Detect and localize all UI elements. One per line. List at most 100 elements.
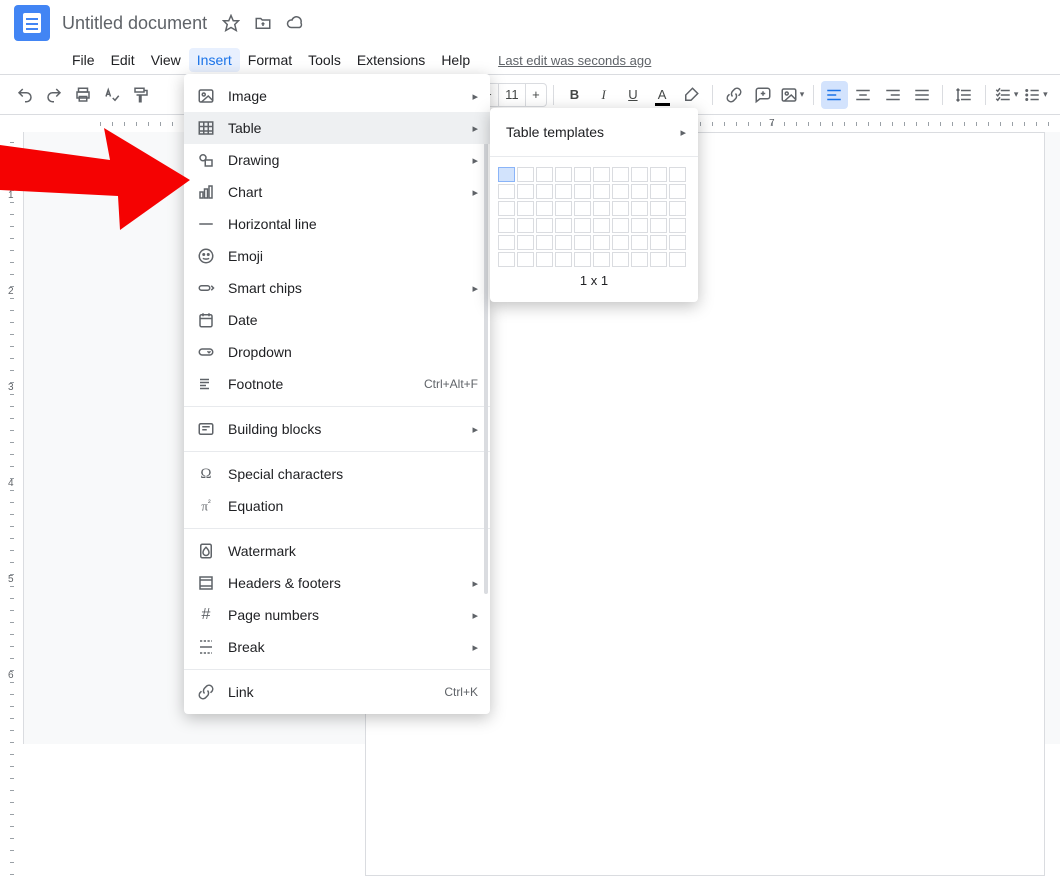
table-grid-cell[interactable] — [669, 201, 686, 216]
table-grid-cell[interactable] — [574, 235, 591, 250]
align-justify-button[interactable] — [908, 81, 935, 109]
insert-menu-item[interactable]: ΩSpecial characters — [184, 458, 490, 490]
table-grid-cell[interactable] — [555, 235, 572, 250]
table-grid-cell[interactable] — [536, 184, 553, 199]
font-size-value[interactable]: 11 — [498, 84, 526, 106]
table-grid-cell[interactable] — [498, 252, 515, 267]
table-grid-cell[interactable] — [536, 235, 553, 250]
table-grid-cell[interactable] — [669, 184, 686, 199]
menu-format[interactable]: Format — [240, 48, 300, 72]
table-grid-cell[interactable] — [650, 252, 667, 267]
align-left-button[interactable] — [821, 81, 848, 109]
highlight-color-button[interactable] — [678, 81, 705, 109]
table-grid-cell[interactable] — [650, 235, 667, 250]
print-button[interactable] — [69, 81, 96, 109]
table-grid-cell[interactable] — [593, 184, 610, 199]
table-grid-cell[interactable] — [498, 235, 515, 250]
table-grid-cell[interactable] — [593, 218, 610, 233]
move-to-folder-icon[interactable] — [251, 14, 275, 32]
insert-image-button[interactable]: ▾ — [778, 81, 805, 109]
table-grid-cell[interactable] — [669, 252, 686, 267]
table-grid-cell[interactable] — [517, 184, 534, 199]
font-size-increase[interactable]: + — [526, 87, 546, 102]
table-grid-cell[interactable] — [612, 184, 629, 199]
table-grid-cell[interactable] — [574, 201, 591, 216]
table-grid-cell[interactable] — [517, 167, 534, 182]
menu-edit[interactable]: Edit — [103, 48, 143, 72]
table-grid-cell[interactable] — [631, 167, 648, 182]
table-grid-cell[interactable] — [631, 201, 648, 216]
table-grid-cell[interactable] — [517, 235, 534, 250]
align-center-button[interactable] — [850, 81, 877, 109]
table-templates-item[interactable]: Table templates ▸ — [490, 114, 698, 150]
table-grid-cell[interactable] — [631, 235, 648, 250]
checklist-button[interactable]: ▾ — [993, 81, 1020, 109]
line-spacing-button[interactable] — [950, 81, 977, 109]
insert-menu-item[interactable]: Table▸ — [184, 112, 490, 144]
table-grid-cell[interactable] — [612, 167, 629, 182]
menu-tools[interactable]: Tools — [300, 48, 349, 72]
table-grid-cell[interactable] — [612, 235, 629, 250]
insert-menu-item[interactable]: Date — [184, 304, 490, 336]
menu-help[interactable]: Help — [433, 48, 478, 72]
insert-menu-item[interactable]: Image▸ — [184, 80, 490, 112]
table-grid-cell[interactable] — [574, 218, 591, 233]
bulleted-list-button[interactable]: ▾ — [1022, 81, 1049, 109]
table-grid-cell[interactable] — [593, 252, 610, 267]
insert-menu-item[interactable]: π²Equation — [184, 490, 490, 522]
table-grid-cell[interactable] — [517, 201, 534, 216]
table-grid-cell[interactable] — [498, 167, 515, 182]
table-grid-cell[interactable] — [498, 184, 515, 199]
table-size-grid[interactable] — [498, 167, 690, 267]
table-grid-cell[interactable] — [498, 218, 515, 233]
table-grid-cell[interactable] — [669, 167, 686, 182]
text-color-button[interactable]: A — [649, 81, 676, 109]
table-grid-cell[interactable] — [555, 252, 572, 267]
insert-link-button[interactable] — [720, 81, 747, 109]
table-grid-cell[interactable] — [498, 201, 515, 216]
cloud-status-icon[interactable] — [283, 14, 307, 32]
table-grid-cell[interactable] — [574, 184, 591, 199]
menu-extensions[interactable]: Extensions — [349, 48, 433, 72]
document-outline-button[interactable] — [36, 160, 56, 180]
insert-menu-item[interactable]: Headers & footers▸ — [184, 567, 490, 599]
spellcheck-button[interactable] — [99, 81, 126, 109]
table-grid-cell[interactable] — [593, 201, 610, 216]
table-grid-cell[interactable] — [555, 167, 572, 182]
insert-menu-item[interactable]: Smart chips▸ — [184, 272, 490, 304]
star-icon[interactable] — [219, 14, 243, 32]
insert-menu-item[interactable]: #Page numbers▸ — [184, 599, 490, 631]
underline-button[interactable]: U — [619, 81, 646, 109]
menu-insert[interactable]: Insert — [189, 48, 240, 72]
table-grid-cell[interactable] — [593, 235, 610, 250]
table-grid-cell[interactable] — [536, 218, 553, 233]
add-comment-button[interactable] — [749, 81, 776, 109]
table-grid-cell[interactable] — [612, 252, 629, 267]
table-grid-cell[interactable] — [631, 184, 648, 199]
menu-file[interactable]: File — [64, 48, 103, 72]
table-grid-cell[interactable] — [612, 201, 629, 216]
table-grid-cell[interactable] — [555, 184, 572, 199]
table-grid-cell[interactable] — [631, 252, 648, 267]
insert-menu-item[interactable]: FootnoteCtrl+Alt+F — [184, 368, 490, 400]
table-grid-cell[interactable] — [669, 218, 686, 233]
italic-button[interactable]: I — [590, 81, 617, 109]
docs-logo[interactable] — [14, 5, 50, 41]
last-edit-link[interactable]: Last edit was seconds ago — [498, 53, 651, 68]
table-grid-cell[interactable] — [612, 218, 629, 233]
table-grid-cell[interactable] — [555, 218, 572, 233]
insert-menu-item[interactable]: LinkCtrl+K — [184, 676, 490, 708]
table-grid-cell[interactable] — [536, 252, 553, 267]
table-grid-cell[interactable] — [650, 184, 667, 199]
insert-menu-item[interactable]: Break▸ — [184, 631, 490, 663]
insert-menu-item[interactable]: Chart▸ — [184, 176, 490, 208]
table-grid-cell[interactable] — [669, 235, 686, 250]
menu-view[interactable]: View — [143, 48, 189, 72]
table-grid-cell[interactable] — [650, 201, 667, 216]
table-grid-cell[interactable] — [536, 201, 553, 216]
undo-button[interactable] — [11, 81, 38, 109]
table-grid-cell[interactable] — [650, 167, 667, 182]
insert-menu-item[interactable]: Drawing▸ — [184, 144, 490, 176]
redo-button[interactable] — [40, 81, 67, 109]
insert-menu-item[interactable]: Horizontal line — [184, 208, 490, 240]
